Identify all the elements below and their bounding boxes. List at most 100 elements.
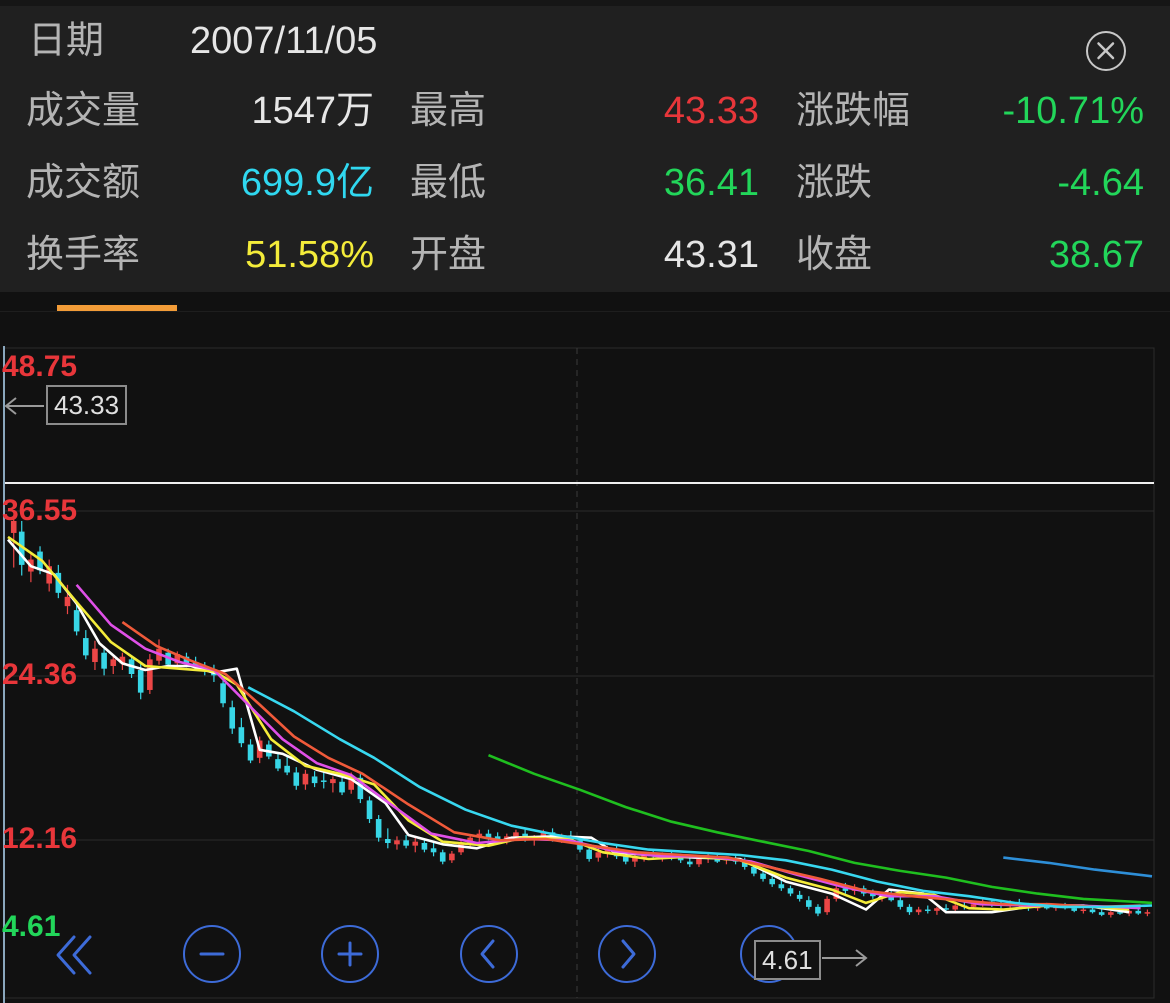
close-button[interactable] — [1086, 31, 1126, 71]
candle-body — [220, 683, 226, 704]
candle-body — [320, 780, 327, 782]
y-axis-tick-label: 24.36 — [2, 658, 77, 691]
candle-body — [1108, 912, 1114, 915]
stat-value: 36.41 — [663, 162, 759, 204]
candle-body — [595, 852, 602, 858]
double-chevron-left-icon — [56, 935, 92, 975]
candle-body — [412, 841, 419, 846]
plot-frame — [3, 347, 1155, 999]
stat-label: 成交量 — [26, 90, 141, 132]
candle-body — [385, 838, 391, 843]
candle-body — [64, 596, 71, 607]
candle-body — [375, 819, 382, 838]
chevron-left-icon — [480, 939, 495, 969]
stat-label: 开盘 — [410, 234, 487, 276]
panel-divider — [0, 311, 1170, 312]
candle-body — [952, 905, 959, 910]
stat-label: 收盘 — [796, 234, 873, 276]
candle-body — [147, 659, 153, 690]
candle-body — [238, 727, 245, 744]
candle-body — [137, 670, 144, 693]
candle-body — [92, 648, 98, 663]
stat-value: 699.9亿 — [240, 162, 374, 204]
stat-value: -4.64 — [1057, 162, 1144, 204]
date-label: 日期 — [28, 20, 105, 62]
candle-body — [924, 909, 931, 912]
candle-body — [101, 652, 107, 669]
candle-body — [760, 873, 766, 879]
low-price-marker: 4.61 — [754, 940, 821, 980]
candle-body — [311, 776, 318, 784]
minus-icon — [199, 952, 225, 956]
high-price-marker: 43.33 — [46, 385, 128, 425]
candle-body — [366, 800, 373, 820]
date-value: 2007/11/05 — [190, 20, 378, 62]
moving-average-line — [121, 621, 1141, 909]
candle-body — [302, 773, 309, 785]
candle-body — [696, 858, 702, 865]
candle-body — [787, 888, 794, 894]
stat-label: 最低 — [410, 162, 487, 204]
candle-body — [687, 861, 693, 865]
zoom-out-button[interactable] — [183, 925, 241, 983]
candle-body — [1098, 912, 1105, 915]
close-icon — [1097, 42, 1115, 60]
moving-average-line — [75, 583, 1141, 910]
pan-right-button[interactable] — [598, 925, 656, 983]
candle-body — [586, 849, 592, 859]
candle-body — [82, 638, 89, 656]
candle-body — [430, 848, 437, 853]
candle-body — [229, 707, 236, 729]
candle-body — [815, 906, 821, 914]
candle-body — [824, 898, 830, 913]
candle-body — [275, 759, 281, 769]
candle-body — [796, 894, 803, 899]
moving-average-line — [247, 686, 1153, 909]
candle-body — [110, 659, 117, 667]
stat-label: 最高 — [410, 90, 487, 132]
candle-body — [339, 781, 345, 793]
candle-body — [915, 909, 922, 913]
candle-body — [1089, 909, 1096, 913]
candle-body — [394, 840, 400, 845]
zoom-in-button[interactable] — [321, 925, 379, 983]
kline-chart-svg[interactable]: 48.75 36.55 24.36 12.16 4.61 — [0, 346, 1170, 1003]
stat-value: 43.31 — [663, 234, 759, 276]
candle-body — [513, 832, 519, 837]
stat-value: 43.33 — [663, 90, 759, 132]
candle-body — [1071, 908, 1078, 911]
y-axis-tick-label: 36.55 — [2, 494, 77, 527]
pan-left-button[interactable] — [460, 925, 518, 983]
candle-body — [73, 610, 80, 632]
rewind-button[interactable] — [52, 929, 104, 981]
candle-body — [247, 744, 254, 761]
stat-value: -10.71% — [1002, 90, 1144, 132]
quote-info-panel: 日期 2007/11/05 成交量 1547万 最高 43.33 涨跌幅 -10.71% 成… — [0, 0, 1170, 292]
moving-average-line — [1003, 856, 1153, 878]
top-strip — [0, 0, 1170, 6]
candle-body — [1144, 912, 1151, 914]
candle-body — [806, 900, 812, 907]
stat-label: 成交额 — [26, 162, 141, 204]
candle-body — [421, 842, 428, 850]
candle-body — [293, 772, 300, 786]
candle-body — [769, 878, 775, 885]
kline-chart[interactable]: 48.75 36.55 24.36 12.16 4.61 — [0, 346, 1170, 1003]
candle-body — [1080, 909, 1087, 912]
plus-icon — [337, 941, 363, 967]
candle-body — [906, 906, 913, 913]
stat-value: 38.67 — [1048, 234, 1144, 276]
candle-body — [330, 779, 336, 784]
stat-value: 51.58% — [245, 234, 374, 276]
candle-body — [439, 852, 446, 862]
stat-label: 涨跌 — [796, 162, 873, 204]
moving-average-line — [7, 538, 1130, 914]
candle-body — [284, 765, 290, 773]
candle-body — [778, 884, 785, 889]
candle-body — [449, 853, 455, 861]
y-axis-tick-label: 12.16 — [2, 822, 77, 855]
stat-label: 换手率 — [26, 234, 141, 276]
candle-body — [403, 840, 409, 846]
y-axis-tick-label: 48.75 — [2, 350, 77, 383]
stat-label: 涨跌幅 — [796, 90, 911, 132]
